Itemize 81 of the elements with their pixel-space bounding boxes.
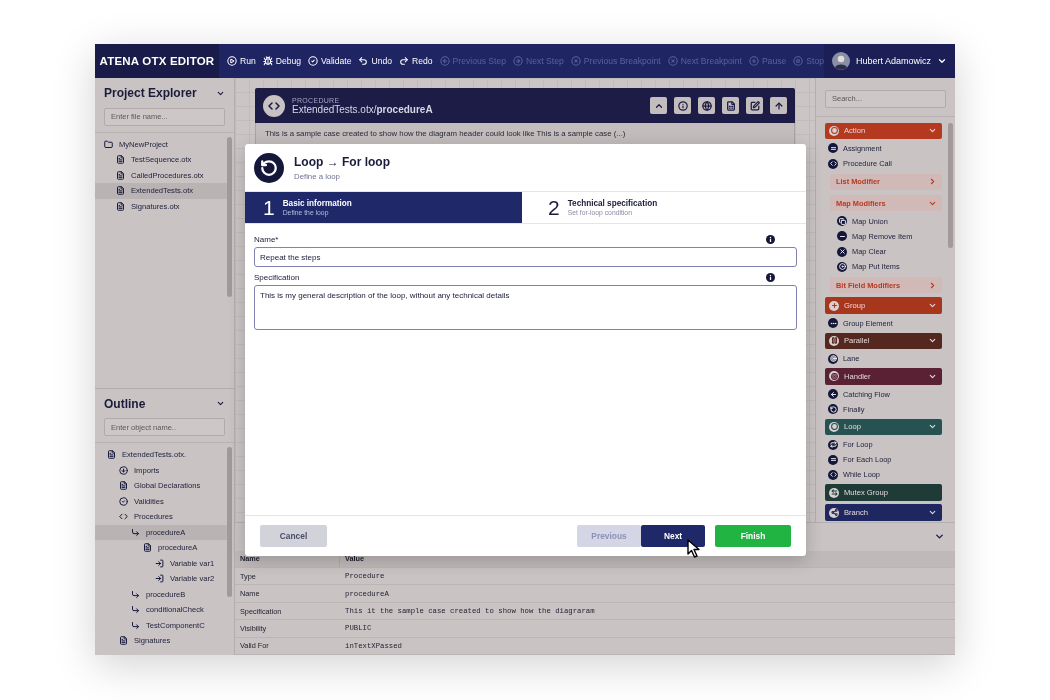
dialog-title: Loop → For loop [294,154,390,169]
info-icon [677,100,688,111]
caret-icon[interactable] [216,399,225,408]
file-icon [107,450,116,460]
play-icon [226,56,237,66]
info-icon[interactable] [766,273,775,282]
check-icon [308,56,319,66]
turn-arrow-icon [131,605,140,615]
app-title: ATENA OTX EDITOR [95,44,219,78]
equals-icon [828,454,838,465]
bug-icon [262,56,273,66]
redo-icon [399,56,409,66]
code-icon [263,94,285,117]
file-icon [116,201,125,211]
close-icon [667,56,678,66]
avatar-icon [831,52,850,70]
turn-arrow-icon [131,589,140,599]
circle-icon [829,125,839,136]
globe-button[interactable] [698,97,715,114]
turn-arrow-icon [131,620,140,630]
chevron-up-button[interactable] [650,97,667,114]
check-icon [119,496,128,506]
toolbar-button[interactable]: Redo [399,56,433,66]
disc-icon [837,261,847,272]
file-icon [116,186,125,196]
close-icon [837,246,847,257]
document-icon [725,100,736,111]
code-icon [828,158,838,169]
swap-icon [829,487,839,498]
info-icon[interactable] [766,235,775,244]
user-name: Hubert Adamowicz [855,56,931,66]
toolbar-button[interactable]: Run [226,56,256,66]
up-arrow-icon [773,100,784,111]
rotate-icon [828,404,838,415]
edit-button[interactable] [746,97,763,114]
enter-arrow-icon [155,558,164,568]
panel-title: Outline [104,396,146,411]
enter-arrow-icon [155,574,164,584]
edit-icon [749,100,760,111]
input-field[interactable]: Repeat the steps [254,247,797,267]
toolbar-button[interactable]: Debug [262,56,302,66]
next-button[interactable]: Next [641,525,705,547]
field-label: Specification [254,273,300,282]
toolbar-button[interactable]: Validate [308,56,352,66]
share-icon [829,507,839,518]
file-icon [116,170,125,180]
caret-icon[interactable] [937,56,947,66]
minus-icon [837,231,847,242]
document-button[interactable] [722,97,739,114]
turn-arrow-icon [131,527,140,537]
toolbar-button[interactable]: Undo [358,56,392,66]
plus-icon [829,300,839,311]
code-icon [119,512,128,522]
cancel-button[interactable]: Cancel [260,525,327,547]
download-icon [119,465,128,475]
globe-icon [701,100,712,111]
panel-title: Project Explorer [104,86,197,100]
text-area[interactable]: This is my general description of the loop, without any technical details [254,285,797,330]
close-icon [570,56,581,66]
target-icon [828,353,838,364]
dots-icon [828,318,838,329]
pause-icon [748,56,759,66]
undo-icon [358,56,369,66]
up-arrow-button[interactable] [770,97,787,114]
file-icon [143,543,152,553]
folder-icon [104,139,113,149]
file-icon [116,155,125,165]
field-label: Name* [254,235,279,244]
circle-icon [829,421,839,432]
file-icon [119,636,128,646]
target-icon [829,371,839,382]
repeat-icon [828,439,838,450]
info-button[interactable] [674,97,691,114]
stop-icon [793,56,804,66]
copy-icon [837,216,847,227]
code-icon [828,469,838,480]
pause-icon [829,336,839,346]
equals-icon [828,143,838,154]
rotate-icon [254,152,284,183]
procedure-path: ExtendedTests.otx/procedureA [292,103,434,115]
file-icon [119,481,128,491]
